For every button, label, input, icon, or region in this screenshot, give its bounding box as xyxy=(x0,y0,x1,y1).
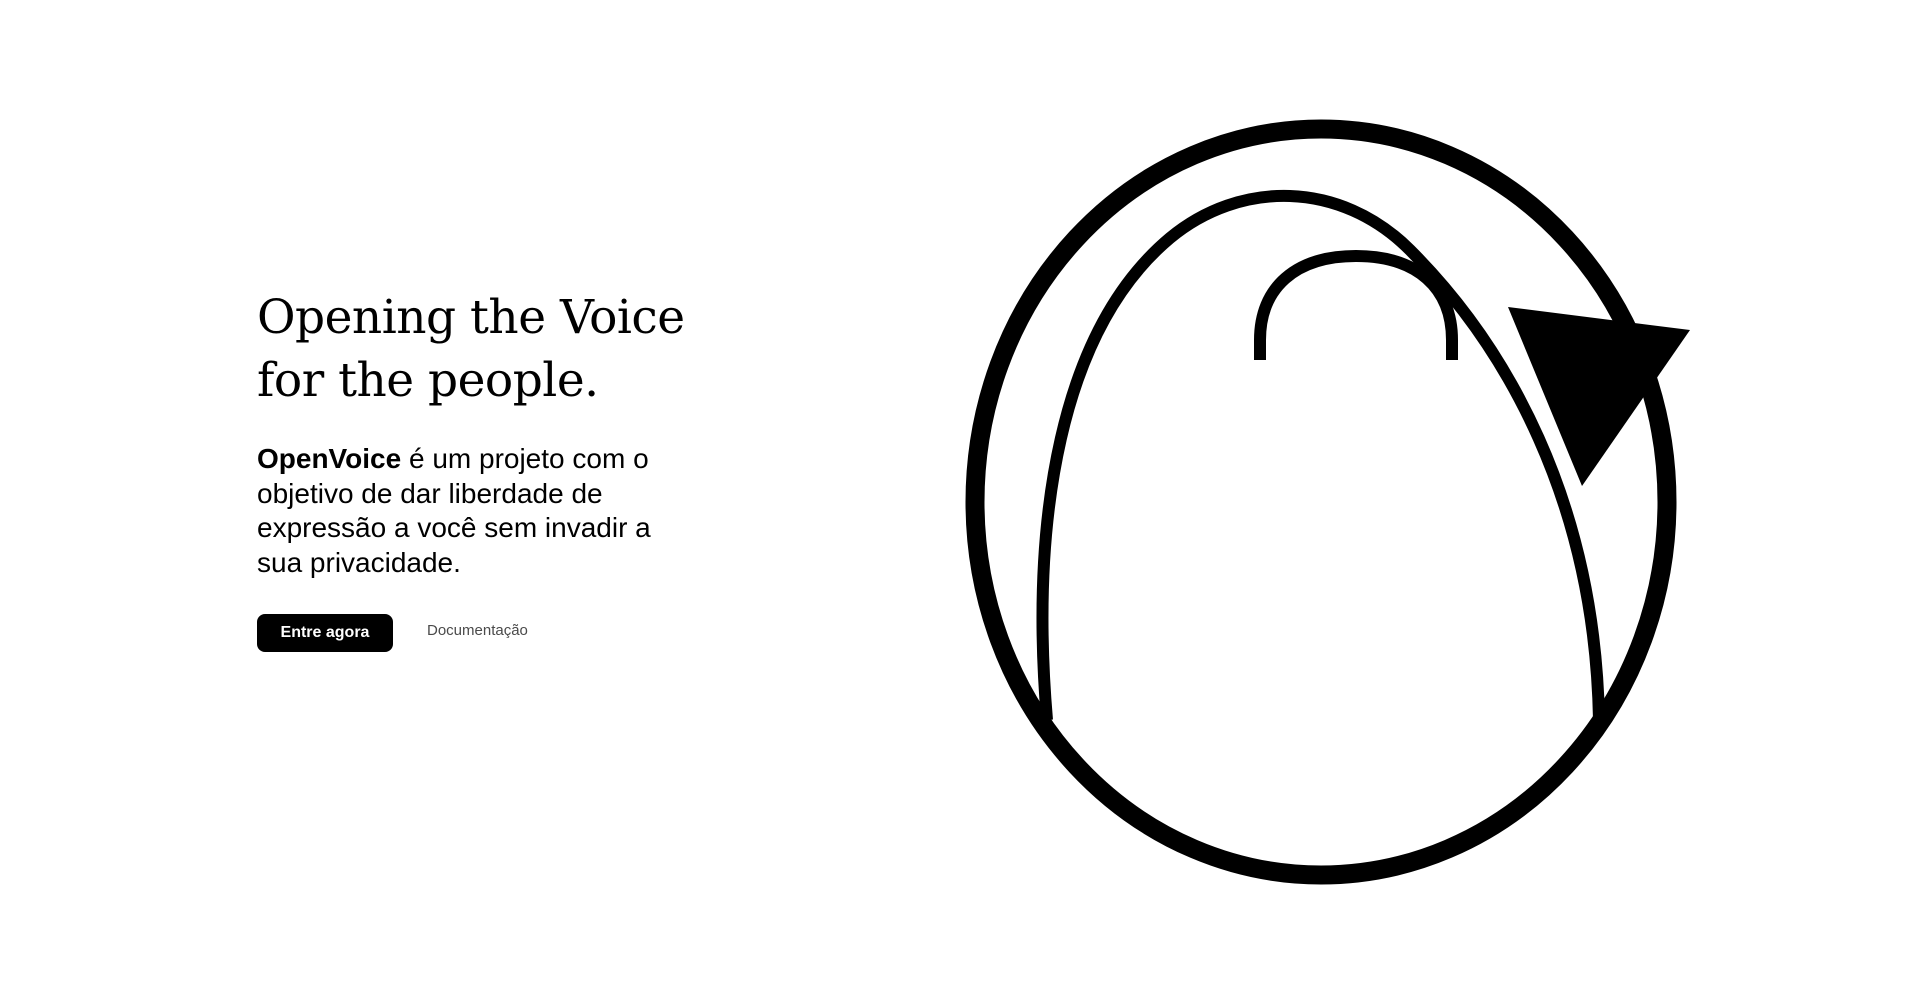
enter-now-button[interactable]: Entre agora xyxy=(257,614,393,652)
hero-headline: Opening the Voice for the people. xyxy=(257,286,697,412)
hero-actions: Entre agora Documentação xyxy=(257,614,697,652)
small-arch-shape xyxy=(1254,249,1458,360)
hero-section: Opening the Voice for the people. OpenVo… xyxy=(257,286,697,652)
documentation-link[interactable]: Documentação xyxy=(427,622,528,639)
headline-line-2: for the people. xyxy=(257,353,599,408)
openvoice-logo-illustration xyxy=(965,119,1690,885)
brand-name: OpenVoice xyxy=(257,443,402,474)
headline-line-1: Opening the Voice xyxy=(257,290,685,345)
hero-description: OpenVoice é um projeto com o objetivo de… xyxy=(257,442,697,580)
inner-arch-shape xyxy=(1036,190,1605,721)
landing-page: Opening the Voice for the people. OpenVo… xyxy=(0,0,1920,998)
